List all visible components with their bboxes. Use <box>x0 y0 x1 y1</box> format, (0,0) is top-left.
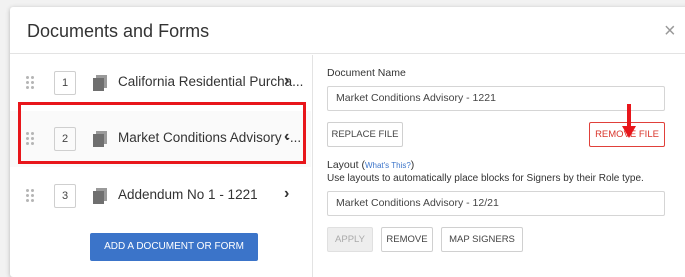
document-order-input[interactable]: 2 <box>54 127 76 151</box>
drag-handle-icon[interactable] <box>26 76 36 90</box>
document-row-3[interactable]: 3 Addendum No 1 - 1221 › <box>10 168 311 224</box>
document-name: California Residential Purcha... <box>118 74 304 89</box>
documents-list: 1 California Residential Purcha... › 2 M… <box>10 55 311 277</box>
documents-icon <box>93 188 107 204</box>
dialog-header: Documents and Forms × <box>10 7 685 54</box>
documents-icon <box>93 131 107 147</box>
documents-forms-dialog: Documents and Forms × 1 California Resid… <box>10 7 685 277</box>
layout-label: Layout <box>327 159 359 171</box>
close-icon[interactable]: × <box>664 21 676 41</box>
chevron-right-icon[interactable]: › <box>284 72 289 90</box>
whats-this-link[interactable]: What's This? <box>365 161 411 170</box>
document-row-1[interactable]: 1 California Residential Purcha... › <box>10 55 311 111</box>
apply-button[interactable]: APPLY <box>327 227 373 252</box>
replace-file-button[interactable]: REPLACE FILE <box>327 122 403 147</box>
layout-label-row: Layout (What's This?) <box>327 159 415 171</box>
add-document-button[interactable]: ADD A DOCUMENT OR FORM <box>90 233 258 261</box>
drag-handle-icon[interactable] <box>26 132 36 146</box>
layout-description: Use layouts to automatically place block… <box>327 173 644 184</box>
chevron-left-icon[interactable]: ‹ <box>284 128 289 146</box>
arrow-down-icon <box>622 104 636 138</box>
document-row-2[interactable]: 2 Market Conditions Advisory -... ‹ <box>10 111 311 167</box>
document-name: Addendum No 1 - 1221 <box>118 187 258 202</box>
document-order-input[interactable]: 3 <box>54 184 76 208</box>
document-name-field[interactable]: Market Conditions Advisory - 1221 <box>327 86 665 111</box>
dialog-title: Documents and Forms <box>27 21 210 41</box>
document-name-label: Document Name <box>327 67 406 79</box>
layout-field[interactable]: Market Conditions Advisory - 12/21 <box>327 191 665 216</box>
chevron-right-icon[interactable]: › <box>284 185 289 203</box>
documents-icon <box>93 75 107 91</box>
document-detail-panel: Document Name Market Conditions Advisory… <box>312 55 685 277</box>
drag-handle-icon[interactable] <box>26 189 36 203</box>
document-name: Market Conditions Advisory -... <box>118 130 302 145</box>
map-signers-button[interactable]: MAP SIGNERS <box>441 227 523 252</box>
document-order-input[interactable]: 1 <box>54 71 76 95</box>
remove-layout-button[interactable]: REMOVE <box>381 227 433 252</box>
